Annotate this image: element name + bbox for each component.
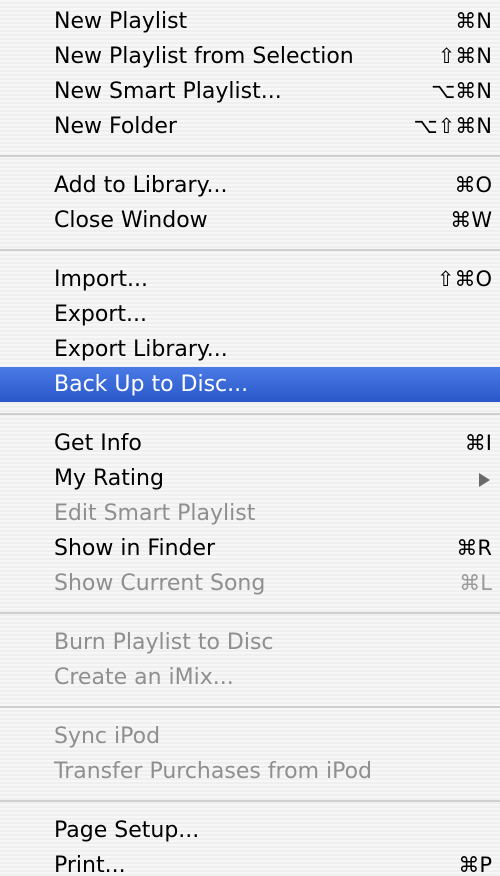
menu-item-page-setup[interactable]: Page Setup...	[0, 813, 500, 848]
menu-item-close-window[interactable]: Close Window ⌘W	[0, 203, 500, 238]
menu-item-label: Transfer Purchases from iPod	[54, 759, 373, 784]
menu-item-import[interactable]: Import... ⇧⌘O	[0, 262, 500, 297]
menu-item-shortcut: ⌘L	[459, 571, 492, 595]
menu-item-get-info[interactable]: Get Info ⌘I	[0, 426, 500, 461]
menu-item-label: Sync iPod	[54, 724, 161, 749]
menu-item-label: New Folder	[54, 114, 177, 139]
menu-item-new-playlist-from-selection[interactable]: New Playlist from Selection ⇧⌘N	[0, 39, 500, 74]
menu-item-label: Export...	[54, 302, 147, 327]
file-menu: New Playlist ⌘N New Playlist from Select…	[0, 0, 500, 876]
menu-item-label: Import...	[54, 267, 148, 292]
menu-item-show-current-song[interactable]: Show Current Song ⌘L	[0, 566, 500, 601]
menu-item-shortcut: ⌥⇧⌘N	[413, 114, 492, 138]
menu-separator	[0, 601, 500, 625]
menu-item-back-up-to-disc[interactable]: Back Up to Disc...	[0, 367, 500, 402]
menu-item-label: Add to Library...	[54, 173, 228, 198]
menu-item-shortcut: ⇧⌘N	[437, 44, 492, 68]
menu-item-burn-playlist-to-disc[interactable]: Burn Playlist to Disc	[0, 625, 500, 660]
menu-item-shortcut: ⌘O	[454, 173, 492, 197]
menu-item-my-rating[interactable]: My Rating	[0, 461, 500, 496]
menu-item-edit-smart-playlist[interactable]: Edit Smart Playlist	[0, 496, 500, 531]
menu-item-shortcut: ⌘N	[455, 9, 492, 33]
menu-item-export-library[interactable]: Export Library...	[0, 332, 500, 367]
menu-item-shortcut: ⌘P	[458, 853, 492, 876]
menu-item-label: Show Current Song	[54, 571, 266, 596]
menu-item-label: Show in Finder	[54, 536, 216, 561]
menu-item-export[interactable]: Export...	[0, 297, 500, 332]
menu-item-shortcut: ⇧⌘O	[436, 267, 492, 291]
menu-separator	[0, 238, 500, 262]
menu-item-shortcut: ⌥⌘N	[431, 79, 492, 103]
menu-item-label: Export Library...	[54, 337, 228, 362]
menu-item-shortcut: ⌘R	[456, 536, 492, 560]
menu-item-new-folder[interactable]: New Folder ⌥⇧⌘N	[0, 109, 500, 144]
menu-item-transfer-purchases-from-ipod[interactable]: Transfer Purchases from iPod	[0, 754, 500, 789]
menu-item-label: Close Window	[54, 208, 208, 233]
menu-item-new-smart-playlist[interactable]: New Smart Playlist... ⌥⌘N	[0, 74, 500, 109]
menu-item-label: Get Info	[54, 431, 142, 456]
menu-item-shortcut: ⌘I	[464, 431, 492, 455]
menu-item-label: New Playlist from Selection	[54, 44, 354, 69]
menu-item-label: Print...	[54, 853, 126, 876]
menu-item-label: My Rating	[54, 466, 164, 491]
menu-separator	[0, 695, 500, 719]
menu-item-shortcut: ⌘W	[450, 208, 492, 232]
menu-item-sync-ipod[interactable]: Sync iPod	[0, 719, 500, 754]
menu-separator	[0, 144, 500, 168]
menu-item-label: Edit Smart Playlist	[54, 501, 256, 526]
menu-item-new-playlist[interactable]: New Playlist ⌘N	[0, 4, 500, 39]
menu-item-label: Create an iMix...	[54, 665, 234, 690]
menu-item-print[interactable]: Print... ⌘P	[0, 848, 500, 876]
menu-item-add-to-library[interactable]: Add to Library... ⌘O	[0, 168, 500, 203]
menu-item-label: New Playlist	[54, 9, 188, 34]
menu-item-create-an-imix[interactable]: Create an iMix...	[0, 660, 500, 695]
menu-item-label: Page Setup...	[54, 818, 200, 843]
menu-item-show-in-finder[interactable]: Show in Finder ⌘R	[0, 531, 500, 566]
chevron-right-icon	[479, 473, 490, 487]
menu-item-label: New Smart Playlist...	[54, 79, 282, 104]
menu-item-label: Back Up to Disc...	[54, 372, 249, 397]
menu-separator	[0, 789, 500, 813]
menu-separator	[0, 402, 500, 426]
menu-item-label: Burn Playlist to Disc	[54, 630, 274, 655]
